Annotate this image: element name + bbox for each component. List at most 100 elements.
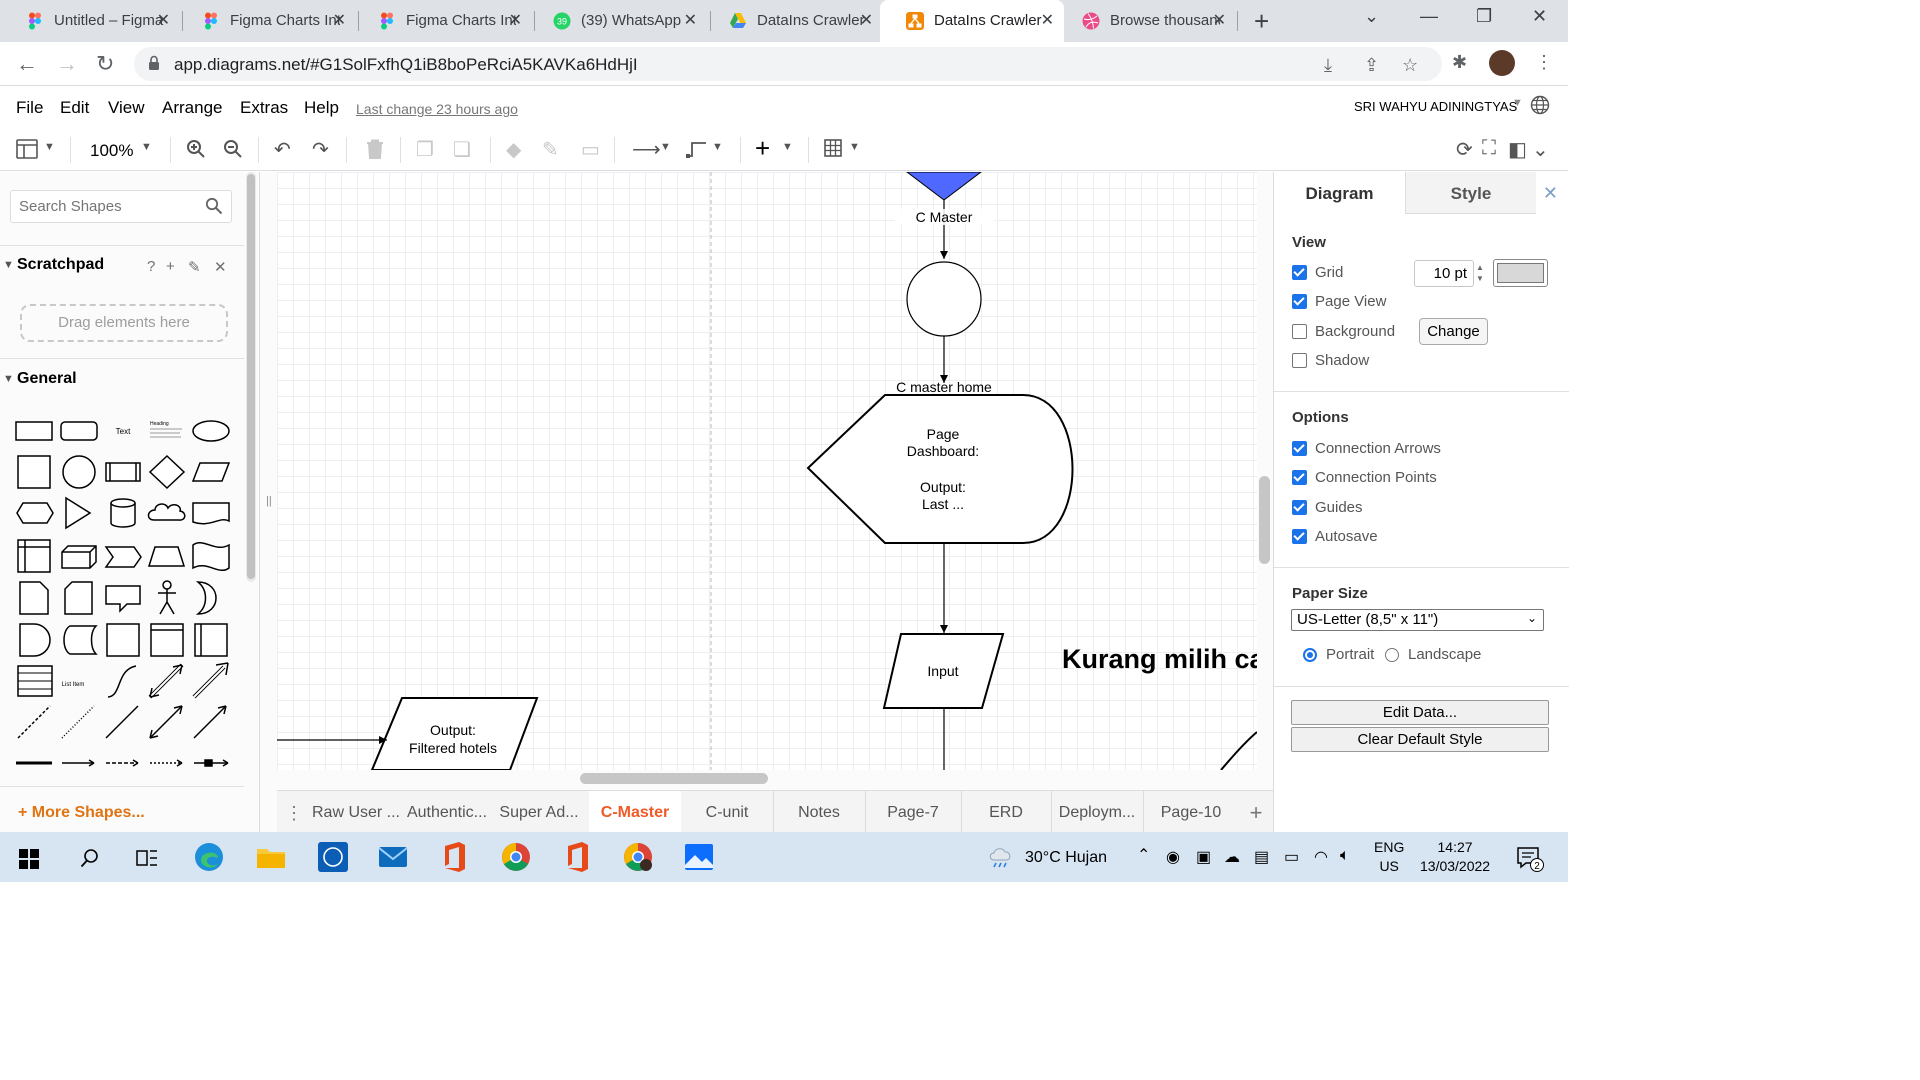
restore-icon[interactable]: ❐	[1476, 6, 1492, 27]
landscape-radio[interactable]: Landscape	[1385, 646, 1481, 663]
portrait-radio[interactable]: Portrait	[1303, 646, 1374, 663]
autosave-checkbox[interactable]: Autosave	[1292, 528, 1378, 545]
close-icon[interactable]: ✕	[509, 10, 522, 30]
chrome-profile-icon[interactable]	[621, 840, 655, 874]
canvas-vertical-scrollbar-thumb[interactable]	[1259, 476, 1270, 564]
office-icon-2[interactable]	[560, 840, 594, 874]
dotted-link-arrow-shape[interactable]	[150, 759, 183, 767]
step-shape[interactable]	[104, 546, 142, 568]
last-change-link[interactable]: Last change 23 hours ago	[356, 101, 518, 117]
hexagon-shape[interactable]	[16, 502, 54, 524]
more-shapes-button[interactable]: + More Shapes...	[18, 804, 145, 822]
install-app-icon[interactable]: ⤓	[1324, 55, 1332, 76]
browser-tab-active[interactable]: DataIns Crawler ✕	[880, 0, 1064, 42]
page-tab-c-unit[interactable]: C-unit	[681, 791, 773, 833]
panel-dropdown-chevron-icon[interactable]: ▼	[44, 141, 55, 153]
file-explorer-icon[interactable]	[254, 840, 288, 874]
browser-tab-5[interactable]: DataIns Crawler ✕	[703, 0, 883, 42]
page-dashboard-text[interactable]: Page Dashboard: Output: Last ...	[883, 426, 1003, 513]
connection-arrow-icon[interactable]: ⟶	[632, 137, 661, 162]
c-master-home-label[interactable]: C master home	[874, 379, 1014, 395]
callout-shape[interactable]	[105, 585, 141, 613]
checkbox-checked-icon[interactable]	[1292, 441, 1307, 456]
zoom-in-icon[interactable]	[186, 139, 206, 159]
page-view-checkbox[interactable]: Page View	[1292, 293, 1386, 310]
page-tab-notes[interactable]: Notes	[773, 791, 865, 833]
checkbox-unchecked-icon[interactable]	[1292, 353, 1307, 368]
resize-grip-icon[interactable]: ||	[266, 495, 272, 507]
zoom-level[interactable]: 100%	[90, 141, 133, 161]
bidirectional-connector-shape[interactable]	[149, 705, 183, 739]
meet-icon[interactable]: ▣	[1196, 847, 1211, 867]
text-shape[interactable]: Text	[116, 427, 131, 436]
close-icon[interactable]: ✕	[684, 10, 697, 30]
note-text[interactable]: Kurang milih ca	[1062, 644, 1257, 675]
note-shape[interactable]	[19, 581, 49, 615]
guides-checkbox[interactable]: Guides	[1292, 499, 1363, 516]
grid-size-field[interactable]: 10 pt	[1414, 260, 1474, 287]
extensions-puzzle-icon[interactable]: ✱	[1452, 52, 1467, 73]
partial-shape-edge[interactable]	[1220, 731, 1257, 770]
weather-text[interactable]: 30°C Hujan	[1025, 849, 1107, 867]
forward-arrow-icon[interactable]: →	[56, 51, 78, 77]
search-icon[interactable]	[80, 848, 100, 868]
fill-color-icon[interactable]: ◆	[506, 137, 521, 162]
zoom-out-icon[interactable]	[223, 139, 243, 159]
checkbox-checked-icon[interactable]	[1292, 294, 1307, 309]
bookmark-star-icon[interactable]: ☆	[1402, 55, 1418, 76]
checkbox-checked-icon[interactable]	[1292, 500, 1307, 515]
clock[interactable]: 14:27 13/03/2022	[1420, 838, 1490, 876]
process-shape[interactable]	[105, 462, 141, 482]
menu-arrange[interactable]: Arrange	[162, 98, 222, 118]
scratchpad-close-icon[interactable]: ✕	[214, 258, 227, 276]
triangle-shape[interactable]	[65, 496, 92, 530]
menu-view[interactable]: View	[108, 98, 145, 118]
task-view-icon[interactable]	[136, 848, 158, 868]
user-name[interactable]: SRI WAHYU ADININGTYAS	[1354, 99, 1517, 114]
cube-shape[interactable]	[61, 545, 97, 569]
format-panel-toggle-icon[interactable]	[16, 139, 38, 159]
sync-icon[interactable]: ⟳	[1456, 137, 1473, 162]
page-tab-erd[interactable]: ERD	[961, 791, 1051, 833]
circle-shape[interactable]	[62, 455, 96, 489]
sidebar-scrollbar[interactable]	[246, 172, 256, 582]
collapse-toolbar-icon[interactable]: ⌄	[1532, 137, 1549, 162]
profile-avatar[interactable]	[1489, 50, 1515, 76]
grid-checkbox[interactable]: Grid	[1292, 264, 1343, 281]
search-input[interactable]	[19, 198, 199, 215]
menu-edit[interactable]: Edit	[60, 98, 89, 118]
close-icon[interactable]: ✕	[333, 10, 346, 30]
connector-circle-node[interactable]	[906, 261, 982, 337]
output-text[interactable]: Output: Filtered hotels	[383, 721, 523, 757]
back-arrow-icon[interactable]: ←	[16, 51, 38, 77]
cylinder-shape[interactable]	[110, 498, 136, 528]
arrow-shape[interactable]	[192, 662, 229, 699]
fullscreen-icon[interactable]: ⛶	[1482, 137, 1496, 160]
diamond-shape[interactable]	[148, 454, 186, 490]
search-icon[interactable]	[205, 197, 223, 215]
paper-size-select[interactable]: US-Letter (8,5" x 11") ⌄	[1291, 609, 1544, 631]
heading-textbox-shape[interactable]: Heading	[150, 421, 182, 438]
scratchpad-add-icon[interactable]: +	[166, 258, 175, 275]
menu-help[interactable]: Help	[304, 98, 339, 118]
input-label[interactable]: Input	[903, 663, 983, 679]
add-page-plus-icon[interactable]: +	[1239, 791, 1273, 833]
windows-start-icon[interactable]	[19, 849, 39, 869]
redo-icon[interactable]: ↷	[312, 137, 329, 162]
browser-tab-3[interactable]: Figma Charts Intro ✕	[352, 0, 532, 42]
mail-icon[interactable]	[376, 840, 410, 874]
browser-tab-2[interactable]: Figma Charts Intro ✕	[176, 0, 356, 42]
page-tab-super-ad[interactable]: Super Ad...	[493, 791, 585, 833]
parallelogram-shape[interactable]	[191, 462, 231, 482]
checkbox-checked-icon[interactable]	[1292, 265, 1307, 280]
trapezoid-shape[interactable]	[147, 546, 186, 567]
bidirectional-arrow-shape[interactable]	[148, 663, 184, 699]
list-shape[interactable]	[17, 665, 53, 697]
ellipse-shape[interactable]	[192, 420, 230, 442]
square-shape[interactable]	[17, 455, 51, 489]
directional-connector-shape[interactable]	[193, 705, 227, 739]
shadow-icon[interactable]: ▭	[581, 137, 600, 162]
volume-icon[interactable]: 🔈︎	[1340, 847, 1350, 865]
battery-icon[interactable]: ▭	[1284, 847, 1299, 867]
shadow-checkbox[interactable]: Shadow	[1292, 352, 1369, 369]
